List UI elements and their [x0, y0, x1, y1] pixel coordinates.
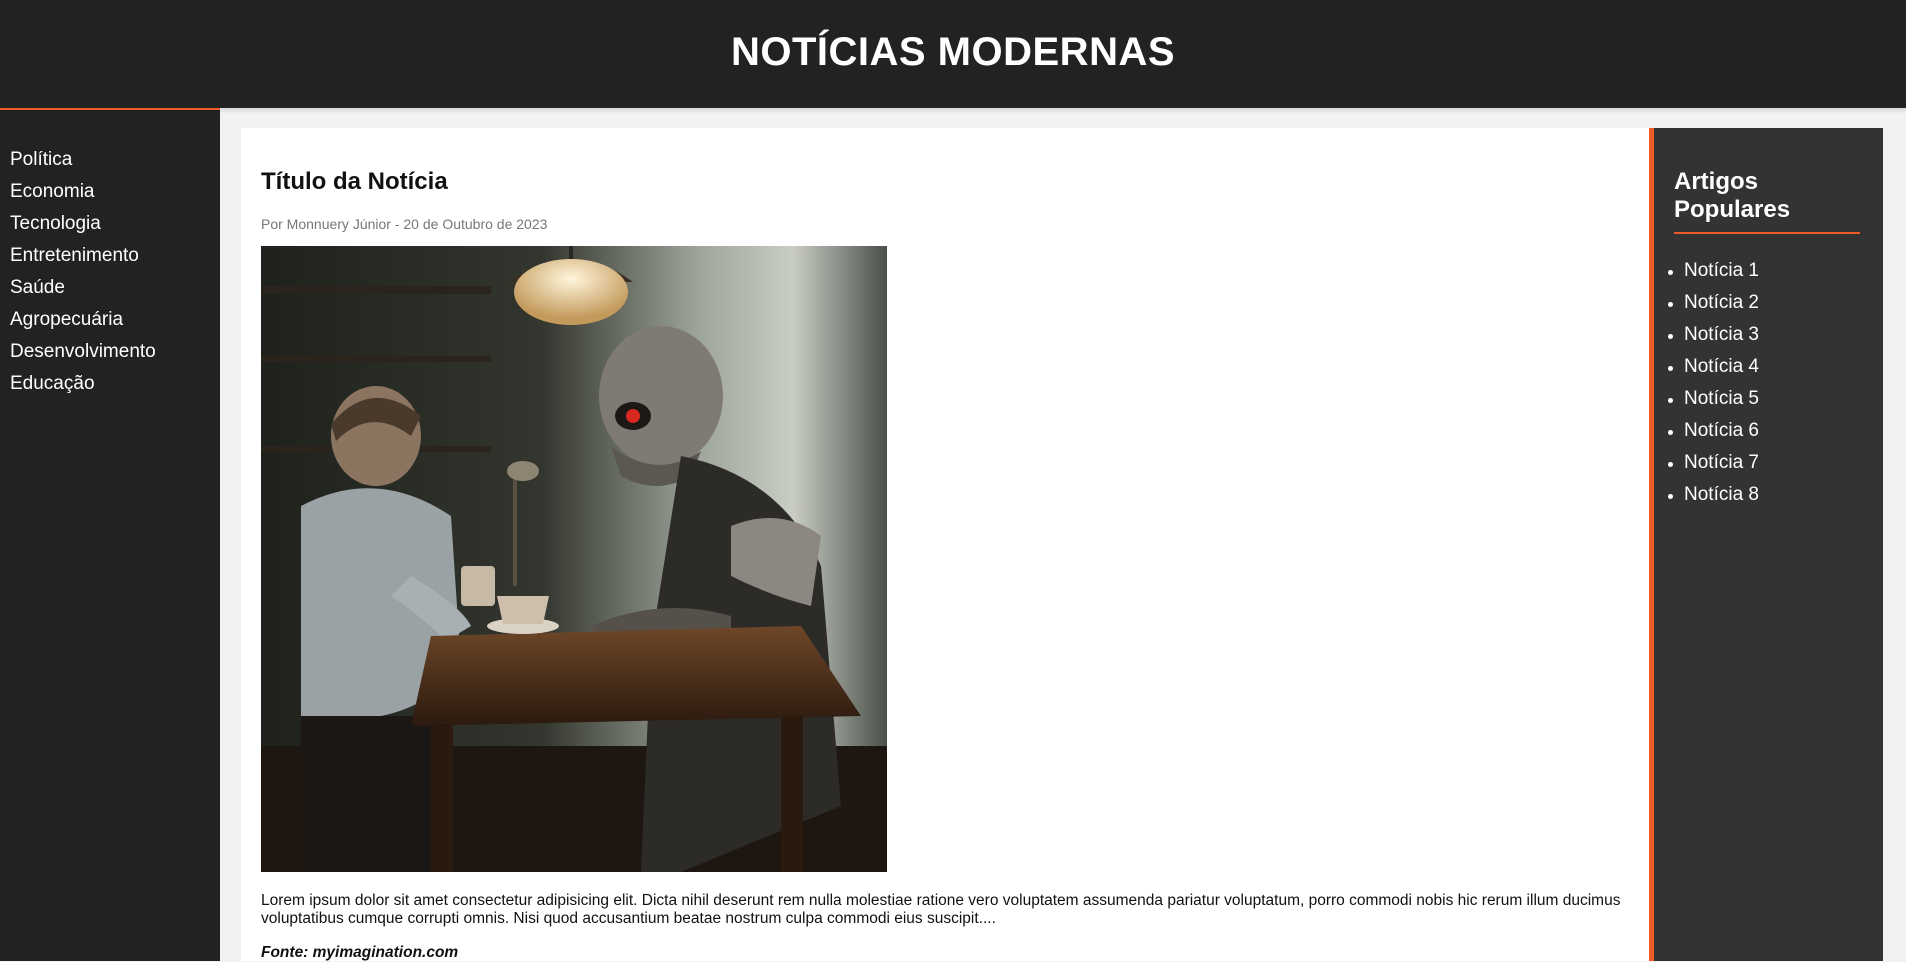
popular-item-1[interactable]: Notícia 1 — [1668, 261, 1759, 293]
article-body: Lorem ipsum dolor sit amet consectetur a… — [261, 892, 1621, 927]
article-panel: Título da Notícia Por Monnuery Júnior - … — [241, 128, 1649, 961]
popular-item-7[interactable]: Notícia 7 — [1668, 453, 1759, 485]
sidebar-item-saude[interactable]: Saúde — [10, 278, 156, 310]
popular-articles-list: Notícia 1 Notícia 2 Notícia 3 Notícia 4 … — [1668, 261, 1759, 517]
article-meta: Por Monnuery Júnior - 20 de Outubro de 2… — [261, 216, 548, 232]
site-title: NOTÍCIAS MODERNAS — [730, 30, 1176, 74]
sidebar-item-tecnologia[interactable]: Tecnologia — [10, 214, 156, 246]
page-margin — [1883, 128, 1906, 961]
popular-item-8[interactable]: Notícia 8 — [1668, 485, 1759, 517]
popular-item-5[interactable]: Notícia 5 — [1668, 389, 1759, 421]
article-title: Título da Notícia — [261, 168, 448, 195]
popular-item-6[interactable]: Notícia 6 — [1668, 421, 1759, 453]
sidebar-item-agropecuaria[interactable]: Agropecuária — [10, 310, 156, 342]
sidebar-item-economia[interactable]: Economia — [10, 182, 156, 214]
sidebar-item-desenvolvimento[interactable]: Desenvolvimento — [10, 342, 156, 374]
category-sidebar: Política Economia Tecnologia Entretenime… — [0, 108, 220, 961]
popular-item-2[interactable]: Notícia 2 — [1668, 293, 1759, 325]
sidebar-item-entretenimento[interactable]: Entretenimento — [10, 246, 156, 278]
article-source: Fonte: myimagination.com — [261, 944, 459, 961]
popular-articles-panel: Artigos Populares Notícia 1 Notícia 2 No… — [1649, 128, 1883, 961]
sidebar-item-politica[interactable]: Política — [10, 150, 156, 182]
site-header: NOTÍCIAS MODERNAS — [0, 0, 1906, 108]
popular-item-4[interactable]: Notícia 4 — [1668, 357, 1759, 389]
popular-articles-title: Artigos Populares — [1674, 168, 1860, 234]
category-list: Política Economia Tecnologia Entretenime… — [10, 150, 156, 406]
sidebar-item-educacao[interactable]: Educação — [10, 374, 156, 406]
article-image — [261, 246, 887, 872]
header-shadow — [0, 108, 1906, 114]
popular-item-3[interactable]: Notícia 3 — [1668, 325, 1759, 357]
